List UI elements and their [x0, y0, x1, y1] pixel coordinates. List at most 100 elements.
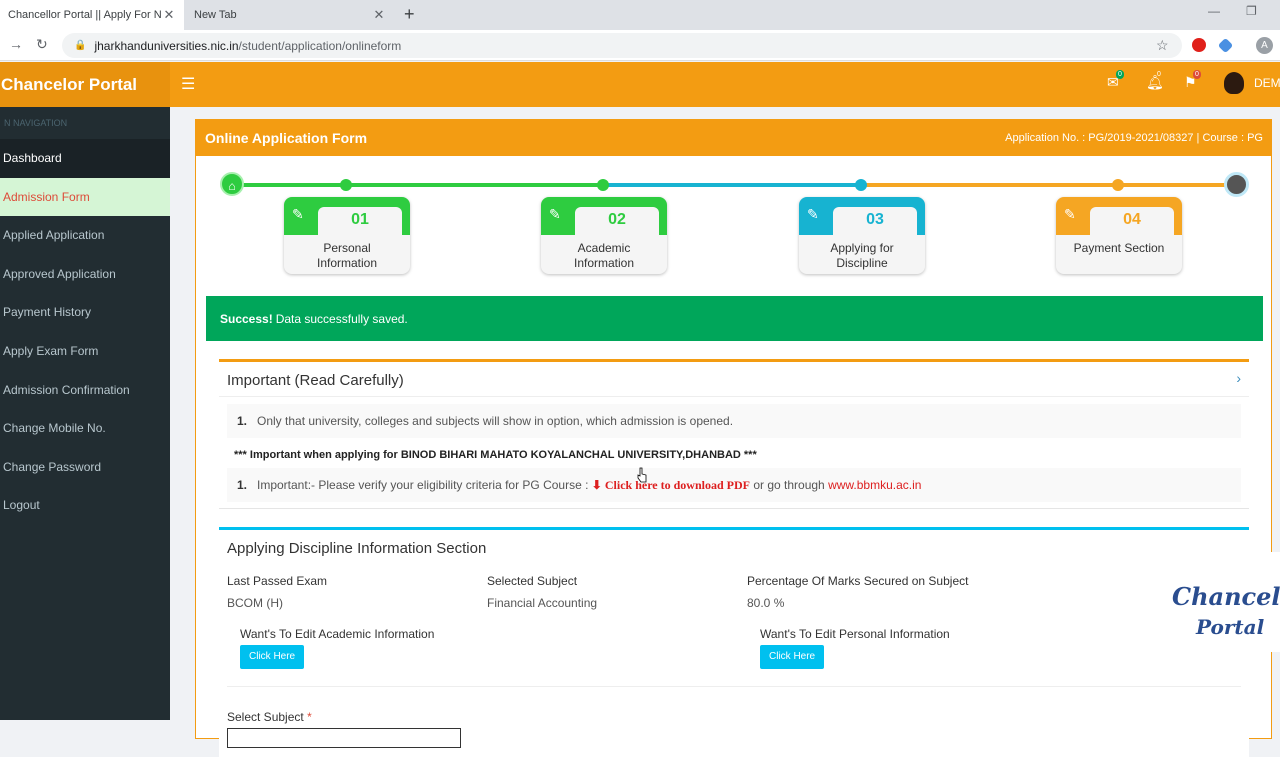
- last-exam-value: BCOM (H): [227, 596, 283, 610]
- new-tab-plus-icon[interactable]: +: [404, 4, 415, 25]
- progress-steps: ⌂ ✎ 01 Personal Information ✎ 02 Academic…: [196, 156, 1273, 286]
- bell-icon[interactable]: 🔔︎ 0: [1146, 71, 1164, 91]
- bookmark-star-icon[interactable]: ☆: [1156, 37, 1169, 54]
- application-info: Application No. : PG/2019-2021/08327 | C…: [1005, 132, 1263, 144]
- browser-tab-active[interactable]: Chancellor Portal || Apply For Ne ✕: [0, 0, 184, 30]
- url-host: jharkhanduniversities.nic.in: [94, 38, 239, 53]
- opera-extension-icon[interactable]: [1192, 38, 1206, 52]
- subject-label: Selected Subject: [487, 574, 578, 588]
- important-title: Important (Read Carefully): [227, 372, 404, 389]
- step-number: 03: [866, 211, 884, 228]
- minimize-icon[interactable]: —: [1208, 4, 1220, 18]
- progress-line-green: [232, 183, 602, 187]
- close-tab-icon[interactable]: ✕: [162, 7, 176, 23]
- download-pdf-link[interactable]: ⬇ Click here to download PDF: [592, 478, 750, 493]
- step-number: 01: [351, 211, 369, 228]
- sidebar-item-applied-application[interactable]: Applied Application: [0, 216, 170, 255]
- discipline-title: Applying Discipline Information Section: [227, 540, 487, 557]
- sidebar-item-change-mobile[interactable]: Change Mobile No.: [0, 409, 170, 448]
- step-academic-information[interactable]: ✎ 02 Academic Information: [541, 197, 667, 274]
- divider: [219, 396, 1249, 397]
- sidebar-item-admission-confirmation[interactable]: Admission Confirmation: [0, 371, 170, 410]
- url-field[interactable]: 🔒 jharkhanduniversities.nic.in /student/…: [62, 33, 1182, 58]
- edit-personal-button[interactable]: Click Here: [760, 645, 825, 669]
- important-note: 1. Only that university, colleges and su…: [227, 404, 1241, 438]
- discipline-box: Applying Discipline Information Section …: [219, 527, 1249, 757]
- browser-tab-bar: Chancellor Portal || Apply For Ne ✕ New …: [0, 0, 1280, 30]
- progress-dot: [340, 179, 352, 191]
- step-label: Academic Information: [573, 241, 635, 270]
- brand-logo[interactable]: Chancelor Portal: [0, 62, 170, 107]
- step-label: Applying for Discipline: [830, 241, 894, 270]
- chancellor-portal-watermark: Chancellor Portal: [1172, 582, 1280, 639]
- note-text: Important:- Please verify your eligibili…: [257, 478, 589, 492]
- pencil-icon: ✎: [1064, 206, 1076, 222]
- sidebar-item-dashboard[interactable]: Dashboard: [0, 139, 170, 178]
- user-name[interactable]: DEMO: [1254, 76, 1280, 90]
- sidebar-item-logout[interactable]: Logout: [0, 486, 170, 525]
- subject-value: Financial Accounting: [487, 596, 598, 610]
- percent-value: 80.0 %: [747, 596, 785, 610]
- tab-title: Chancellor Portal || Apply For Ne: [8, 9, 162, 21]
- hamburger-menu-icon[interactable]: ☰: [181, 74, 195, 94]
- progress-dot: [1112, 179, 1124, 191]
- last-exam-label: Last Passed Exam: [227, 574, 328, 588]
- divider: [227, 686, 1241, 687]
- pencil-icon: ✎: [292, 206, 304, 222]
- profile-avatar[interactable]: A: [1256, 37, 1273, 54]
- mail-icon[interactable]: ✉ 0: [1107, 70, 1124, 91]
- alert-strong: Success!: [220, 311, 273, 326]
- progress-line-orange: [862, 183, 1238, 187]
- forward-arrow-icon[interactable]: →: [9, 36, 23, 52]
- bell-count-badge: 0: [1157, 71, 1161, 78]
- sidebar-item-approved-application[interactable]: Approved Application: [0, 255, 170, 294]
- panel-header: Online Application Form Application No. …: [196, 120, 1271, 156]
- select-subject-dropdown[interactable]: [227, 728, 461, 748]
- tag-extension-icon[interactable]: [1217, 37, 1234, 54]
- download-icon: ⬇: [591, 477, 602, 492]
- edit-academic-label: Want's To Edit Academic Information: [240, 627, 435, 641]
- note-mid-text: or go through: [753, 478, 825, 492]
- main-content: Online Application Form Application No. …: [170, 107, 1280, 757]
- restore-icon[interactable]: ❐: [1246, 4, 1257, 18]
- university-website-link[interactable]: www.bbmku.ac.in: [828, 478, 921, 492]
- note-text: Only that university, colleges and subje…: [257, 414, 734, 428]
- sidebar-item-change-password[interactable]: Change Password: [0, 448, 170, 487]
- lock-icon: 🔒: [74, 40, 87, 51]
- hand-cursor-icon: [637, 467, 647, 483]
- edit-personal-label: Want's To Edit Personal Information: [760, 627, 950, 641]
- step-label: Personal Information: [316, 241, 378, 270]
- success-alert: Success! Data successfully saved.: [206, 296, 1263, 341]
- sidebar-item-apply-exam-form[interactable]: Apply Exam Form: [0, 332, 170, 371]
- mail-count-badge: 0: [1116, 70, 1124, 79]
- url-path: /student/application/onlineform: [238, 38, 402, 53]
- sidebar-item-payment-history[interactable]: Payment History: [0, 293, 170, 332]
- app-header: Chancelor Portal ☰ ✉0 🔔︎0 ⚑0 DEMO: [0, 62, 1280, 107]
- step-number: 02: [608, 211, 626, 228]
- important-box: Important (Read Carefully) › 1. Only tha…: [219, 359, 1249, 509]
- pencil-icon: ✎: [549, 206, 561, 222]
- chevron-right-icon[interactable]: ›: [1236, 370, 1241, 386]
- eligibility-note: 1. Important:- Please verify your eligib…: [227, 468, 1241, 502]
- close-tab-icon[interactable]: ✕: [372, 7, 386, 23]
- user-avatar[interactable]: [1224, 72, 1244, 94]
- university-notice: *** Important when applying for BINOD BI…: [234, 449, 757, 461]
- note-number: 1.: [236, 414, 247, 428]
- step-applying-for-discipline[interactable]: ✎ 03 Applying for Discipline: [799, 197, 925, 274]
- application-form-panel: Online Application Form Application No. …: [195, 119, 1273, 757]
- select-subject-label: Select Subject *: [227, 710, 312, 724]
- progress-dot: [855, 179, 867, 191]
- edit-academic-button[interactable]: Click Here: [240, 645, 305, 669]
- sidebar-section-label: N NAVIGATION: [4, 118, 68, 128]
- step-personal-information[interactable]: ✎ 01 Personal Information: [284, 197, 410, 274]
- home-icon[interactable]: ⌂: [220, 172, 244, 196]
- progress-line-cyan: [602, 183, 862, 187]
- progress-end-marker: [1224, 172, 1249, 197]
- reload-icon[interactable]: ↻: [36, 36, 48, 53]
- address-bar-row: → ↻ 🔒 jharkhanduniversities.nic.in /stud…: [0, 30, 1280, 61]
- browser-tab-new[interactable]: New Tab ✕: [186, 0, 394, 30]
- sidebar-item-admission-form[interactable]: Admission Form: [0, 177, 170, 217]
- flag-icon[interactable]: ⚑ 0: [1184, 70, 1201, 91]
- progress-dot: [597, 179, 609, 191]
- step-payment-section[interactable]: ✎ 04 Payment Section: [1056, 197, 1182, 274]
